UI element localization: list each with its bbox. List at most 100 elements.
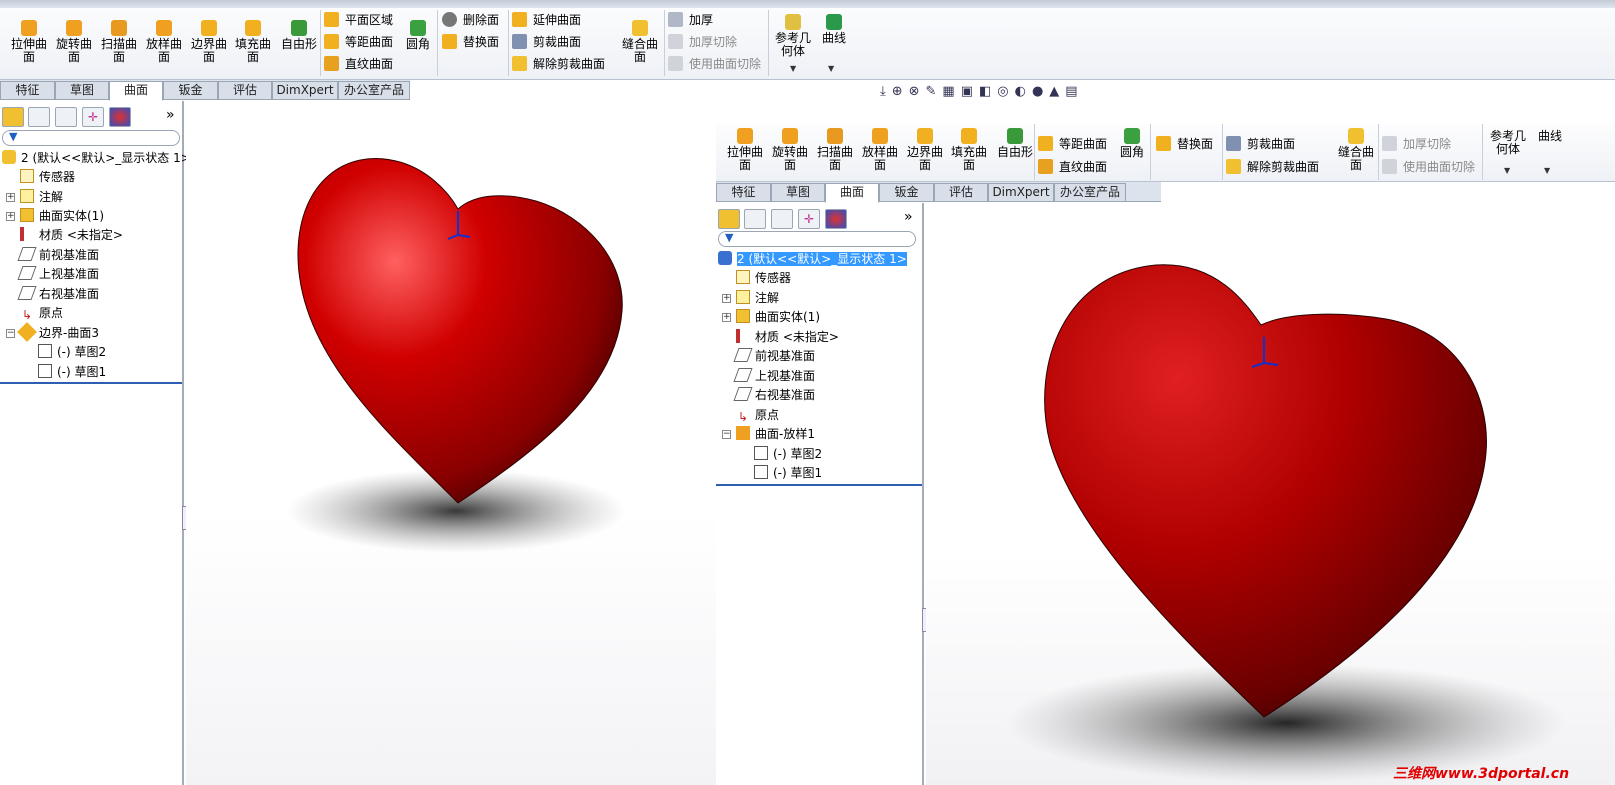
rollback-bar[interactable]	[0, 382, 182, 384]
tree-item-surface-bodies[interactable]: 曲面实体(1)	[736, 308, 820, 327]
filter-input[interactable]: ▼	[718, 231, 916, 247]
revolve-surface-button[interactable]: 旋转曲面	[53, 20, 95, 64]
tab-features[interactable]: 特征	[0, 81, 55, 100]
tab-office-products[interactable]: 办公室产品	[338, 81, 410, 100]
tree-item-origin[interactable]: ↳ 原点	[736, 406, 779, 425]
offset-surface-button[interactable]: 等距曲面	[324, 32, 393, 52]
replace-face-button[interactable]: 替换面	[1156, 134, 1213, 154]
trim-surface-button[interactable]: 剪裁曲面	[1226, 134, 1295, 154]
tree-item-front-plane[interactable]: 前视基准面	[733, 347, 815, 366]
loft-surface-button[interactable]: 放样曲面	[143, 20, 185, 64]
expand-icon[interactable]: +	[6, 212, 15, 221]
tree-item-top-plane[interactable]: 上视基准面	[17, 265, 99, 284]
display-manager-tab-icon[interactable]	[109, 107, 131, 127]
tab-sheet-metal[interactable]: 钣金	[163, 81, 218, 100]
tree-item-sensors[interactable]: 传感器	[736, 269, 791, 288]
tree-item-material[interactable]: 材质 <未指定>	[20, 226, 123, 245]
fill-surface-button[interactable]: 填充曲面	[232, 20, 274, 64]
chevron-down-icon[interactable]: ▼	[1504, 166, 1510, 175]
cut-with-surface-button[interactable]: 使用曲面切除	[668, 54, 761, 74]
chevron-down-icon[interactable]: ▼	[1544, 166, 1550, 175]
rollback-bar[interactable]	[716, 484, 922, 486]
expand-icon[interactable]: +	[722, 294, 731, 303]
fill-surface-button[interactable]: 填充曲面	[948, 128, 990, 172]
sweep-surface-button[interactable]: 扫描曲面	[98, 20, 140, 64]
tab-evaluate[interactable]: 评估	[934, 183, 988, 202]
fillet-button[interactable]: 圆角	[1114, 128, 1150, 159]
thicken-cut-button[interactable]: 加厚切除	[1382, 134, 1451, 154]
fillet-button[interactable]: 圆角	[400, 20, 436, 51]
tree-item-sketch2[interactable]: (-) 草图2	[38, 343, 106, 362]
tab-dimxpert[interactable]: DimXpert	[272, 81, 338, 100]
extrude-surface-button[interactable]: 拉伸曲面	[724, 128, 766, 172]
knit-surface-button[interactable]: 缝合曲面	[1334, 128, 1378, 172]
tree-item-boundary-surface[interactable]: 边界-曲面3	[17, 322, 99, 343]
tree-item-sketch1[interactable]: (-) 草图1	[754, 464, 822, 483]
configuration-manager-tab-icon[interactable]	[771, 209, 793, 229]
thicken-cut-button[interactable]: 加厚切除	[668, 32, 737, 52]
heart-surface[interactable]	[1044, 264, 1487, 718]
display-manager-tab-icon[interactable]	[825, 209, 847, 229]
tree-item-surface-bodies[interactable]: 曲面实体(1)	[20, 207, 104, 226]
tree-item-sensors[interactable]: 传感器	[20, 168, 75, 187]
thicken-button[interactable]: 加厚	[668, 10, 713, 30]
curves-button[interactable]: 曲线	[1534, 130, 1566, 143]
tree-root-part[interactable]: 2 (默认<<默认>_显示状态 1>	[2, 149, 191, 168]
ruled-surface-button[interactable]: 直纹曲面	[324, 54, 393, 74]
tree-item-right-plane[interactable]: 右视基准面	[733, 386, 815, 405]
freeform-button[interactable]: 自由形	[992, 128, 1038, 159]
delete-face-button[interactable]: 删除面	[442, 10, 499, 30]
ruled-surface-button[interactable]: 直纹曲面	[1038, 157, 1107, 177]
tab-features[interactable]: 特征	[716, 183, 771, 202]
expand-icon[interactable]: +	[722, 313, 731, 322]
collapse-icon[interactable]: −	[6, 329, 15, 338]
revolve-surface-button[interactable]: 旋转曲面	[769, 128, 811, 172]
planar-surface-button[interactable]: 平面区域	[324, 10, 393, 30]
tree-item-sketch1[interactable]: (-) 草图1	[38, 363, 106, 382]
tree-item-sketch2[interactable]: (-) 草图2	[754, 445, 822, 464]
offset-surface-button[interactable]: 等距曲面	[1038, 134, 1107, 154]
tab-sketch[interactable]: 草图	[55, 81, 109, 100]
replace-face-button[interactable]: 替换面	[442, 32, 499, 52]
untrim-surface-button[interactable]: 解除剪裁曲面	[1226, 157, 1319, 177]
dimxpert-manager-tab-icon[interactable]: ✛	[82, 107, 104, 127]
tree-item-right-plane[interactable]: 右视基准面	[17, 285, 99, 304]
chevron-down-icon[interactable]: ▼	[790, 64, 796, 73]
trim-surface-button[interactable]: 剪裁曲面	[512, 32, 581, 52]
collapse-arrow-icon[interactable]: »	[166, 107, 175, 123]
tree-item-front-plane[interactable]: 前视基准面	[17, 246, 99, 265]
collapse-icon[interactable]: −	[722, 430, 731, 439]
tab-dimxpert[interactable]: DimXpert	[988, 183, 1054, 202]
tab-evaluate[interactable]: 评估	[218, 81, 272, 100]
extend-surface-button[interactable]: 延伸曲面	[512, 10, 581, 30]
tree-root-part[interactable]: 2 (默认<<默认>_显示状态 1>	[718, 250, 907, 269]
heart-surface[interactable]	[297, 158, 623, 504]
heads-up-view-toolbar[interactable]: ⤓⊕⊗✎▦▣◧◎◐●▲▤	[880, 84, 1084, 99]
feature-manager-tab-icon[interactable]	[2, 107, 24, 127]
loft-surface-button[interactable]: 放样曲面	[859, 128, 901, 172]
filter-input[interactable]: ▼	[2, 130, 180, 146]
reference-geometry-button[interactable]: 参考几何体	[1486, 130, 1530, 156]
cut-with-surface-button[interactable]: 使用曲面切除	[1382, 157, 1475, 177]
curves-button[interactable]: 曲线	[818, 14, 850, 45]
feature-manager-tab-icon[interactable]	[718, 209, 740, 229]
chevron-down-icon[interactable]: ▼	[828, 64, 834, 73]
expand-icon[interactable]: +	[6, 193, 15, 202]
graphics-area-right[interactable]	[926, 203, 1615, 785]
tab-sheet-metal[interactable]: 钣金	[879, 183, 934, 202]
untrim-surface-button[interactable]: 解除剪裁曲面	[512, 54, 605, 74]
property-manager-tab-icon[interactable]	[28, 107, 50, 127]
tab-sketch[interactable]: 草图	[771, 183, 825, 202]
tab-surfaces[interactable]: 曲面	[825, 183, 879, 203]
tree-item-material[interactable]: 材质 <未指定>	[736, 328, 839, 347]
tree-item-loft-surface[interactable]: 曲面-放样1	[736, 425, 815, 444]
property-manager-tab-icon[interactable]	[744, 209, 766, 229]
boundary-surface-button[interactable]: 边界曲面	[904, 128, 946, 172]
graphics-area-left[interactable]	[186, 101, 716, 785]
tree-item-annotations[interactable]: 注解	[20, 188, 63, 207]
extrude-surface-button[interactable]: 拉伸曲面	[8, 20, 50, 64]
freeform-button[interactable]: 自由形	[276, 20, 322, 51]
boundary-surface-button[interactable]: 边界曲面	[188, 20, 230, 64]
reference-geometry-button[interactable]: 参考几何体	[772, 14, 814, 58]
tab-office-products[interactable]: 办公室产品	[1054, 183, 1126, 202]
